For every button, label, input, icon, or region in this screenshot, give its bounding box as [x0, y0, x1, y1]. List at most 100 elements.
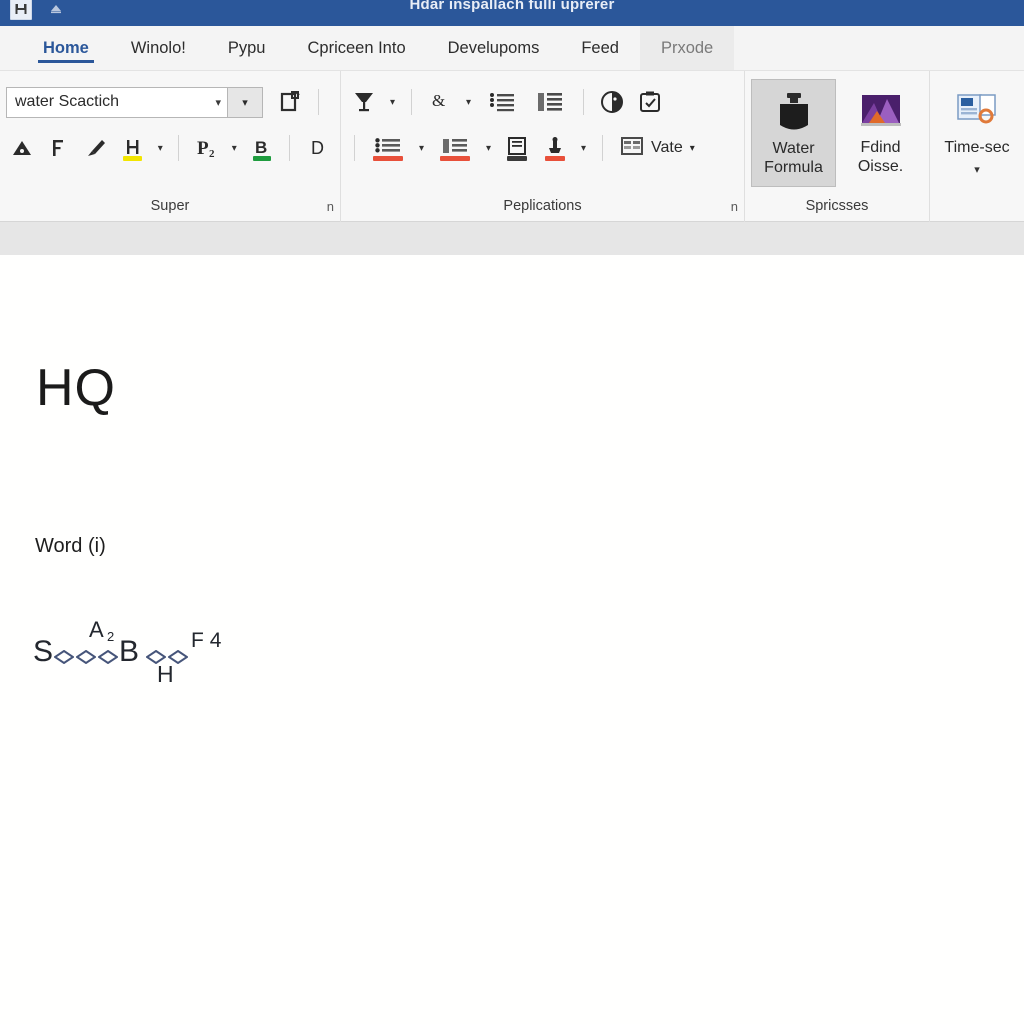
formula-trail: F 4	[191, 629, 222, 652]
highlight-dropdown-icon[interactable]: ▾	[153, 131, 167, 165]
sort-icon[interactable]: &	[423, 85, 457, 119]
window-title: Hdar inspallach fulli uprerer	[409, 0, 615, 13]
table-icon	[620, 135, 644, 162]
group-dialog-launcher-peplications[interactable]: n	[731, 199, 738, 214]
formula-ring-icon	[53, 638, 75, 672]
formula-superscript: A	[89, 617, 104, 642]
highlight-color-swatch	[123, 156, 142, 161]
slide-badge-icon	[955, 87, 999, 135]
globe-emoji-icon[interactable]	[595, 85, 629, 119]
bulleted-list-red-icon[interactable]	[366, 131, 410, 165]
group-label-peplications: Peplications	[503, 198, 582, 214]
svg-text:B: B	[255, 138, 267, 157]
separator	[289, 135, 291, 161]
svg-text:D: D	[311, 138, 324, 158]
tab-winolo[interactable]: Winolo!	[110, 26, 207, 70]
insert-object-dropdown-icon[interactable]: ▾	[576, 131, 591, 165]
font-name-combo[interactable]: water Scactich ▾ ▾	[6, 86, 263, 118]
document-scroll-area[interactable]: HQ Word (i) S A 2 B H F 4	[0, 255, 1024, 1024]
drop-cap-icon[interactable]: D	[301, 131, 334, 165]
separator	[583, 89, 584, 115]
ribbon-group-peplications: ▾ & ▾ ▾ ▾ ▾ Vate ▾ Peplications n	[340, 71, 744, 222]
document-page[interactable]: HQ Word (i) S A 2 B H F 4	[0, 255, 1024, 1024]
spricsses-buttons: Water Formula Fdind Oisse.	[751, 79, 923, 197]
multilevel-list-icon[interactable]	[528, 85, 572, 119]
border-color-icon[interactable]: B	[246, 131, 279, 165]
sort-dropdown-icon[interactable]: ▾	[461, 85, 476, 119]
tab-pypu[interactable]: Pypu	[207, 26, 287, 70]
table-button[interactable]: Vate ▾	[614, 131, 701, 165]
chart-mountain-icon	[859, 87, 903, 135]
time-sec-button[interactable]: Time-sec ▾	[936, 79, 1018, 187]
group-label-super: Super	[150, 198, 190, 214]
increase-font-icon[interactable]	[6, 131, 39, 165]
clipboard-check-icon[interactable]	[633, 85, 667, 119]
svg-text:P: P	[197, 138, 209, 159]
numbering-dropdown-icon[interactable]: ▾	[481, 131, 496, 165]
font-color-dropdown-icon[interactable]: ▾	[227, 131, 241, 165]
filter-icon[interactable]	[347, 85, 381, 119]
group-dialog-launcher-super[interactable]: n	[327, 199, 334, 214]
ribbon: water Scactich ▾ ▾ ▾ P 2 ▾ B D Super n ▾…	[0, 71, 1024, 222]
border-color-swatch	[252, 156, 272, 161]
font-name-input[interactable]: water Scactich ▾	[6, 86, 228, 118]
ribbon-group-spricsses: Water Formula Fdind Oisse. Spricsses	[744, 71, 929, 222]
separator	[602, 135, 603, 161]
separator	[318, 89, 319, 115]
insert-object-color-swatch	[545, 156, 565, 161]
chevron-down-icon: ▾	[215, 96, 221, 109]
svg-text:&: &	[432, 91, 445, 110]
document-formula: S A 2 B H F 4	[33, 617, 221, 687]
timesec-buttons: Time-sec ▾	[936, 79, 1018, 197]
page-layout-icon[interactable]	[500, 131, 534, 165]
numbering-color-swatch	[440, 156, 470, 161]
formula-ring-icon	[167, 638, 189, 672]
peplications-row-1: ▾ & ▾	[347, 79, 738, 125]
ribbon-group-timesec: Time-sec ▾	[929, 71, 1024, 222]
time-sec-label: Time-sec	[944, 139, 1010, 156]
formula-mid: B	[119, 635, 140, 668]
bullets-color-swatch	[373, 156, 403, 161]
find-oisse-button[interactable]: Fdind Oisse.	[838, 79, 923, 187]
copy-format-icon[interactable]	[273, 85, 307, 119]
formula-lead: S	[33, 635, 54, 668]
tab-home[interactable]: Home	[22, 26, 110, 70]
tab-cpriceen-into[interactable]: Cpriceen Into	[286, 26, 426, 70]
super-row-1: water Scactich ▾ ▾	[6, 79, 334, 125]
layout-color-swatch	[507, 156, 527, 161]
tab-feed[interactable]: Feed	[560, 26, 640, 70]
separator	[178, 135, 180, 161]
text-effects-icon[interactable]	[43, 131, 76, 165]
separator	[411, 89, 412, 115]
formula-superscript-sub: 2	[107, 629, 115, 644]
numbered-list-red-icon[interactable]	[433, 131, 477, 165]
clear-formatting-icon[interactable]	[80, 131, 113, 165]
separator	[354, 135, 355, 161]
document-paragraph: Word (i)	[35, 535, 106, 557]
tab-prxode[interactable]: Prxode	[639, 26, 735, 70]
insert-object-icon[interactable]	[538, 131, 572, 165]
font-color-icon[interactable]: P 2	[190, 131, 223, 165]
table-button-label: Vate	[651, 139, 683, 156]
bullets-dropdown-icon[interactable]: ▾	[414, 131, 429, 165]
peplications-row-2: ▾ ▾ ▾ Vate ▾	[347, 125, 738, 171]
document-heading: HQ	[36, 359, 116, 417]
ribbon-group-super: water Scactich ▾ ▾ ▾ P 2 ▾ B D Super n	[0, 71, 340, 222]
text-highlight-icon[interactable]	[116, 131, 149, 165]
time-sec-dropdown-icon[interactable]: ▾	[974, 163, 980, 176]
filter-dropdown-icon[interactable]: ▾	[385, 85, 400, 119]
font-name-value: water Scactich	[15, 93, 120, 110]
svg-text:2: 2	[209, 148, 215, 160]
title-bar: Hdar inspallach fulli uprerer	[0, 0, 1024, 26]
water-formula-label-line2: Formula	[764, 158, 823, 176]
tab-develupoms[interactable]: Develupoms	[427, 26, 561, 70]
table-dropdown-icon[interactable]: ▾	[690, 143, 695, 154]
water-formula-button[interactable]: Water Formula	[751, 79, 837, 187]
ruler-bar[interactable]	[0, 222, 1024, 256]
group-label-spricsses: Spricsses	[805, 198, 869, 214]
font-name-dropdown-button[interactable]: ▾	[228, 86, 263, 118]
numbered-list-icon[interactable]	[480, 85, 524, 119]
formula-ring-icon	[145, 638, 167, 672]
water-formula-label-line1: Water	[772, 140, 815, 157]
word-application-window: Hdar inspallach fulli uprerer Home Winol…	[0, 0, 1024, 1024]
